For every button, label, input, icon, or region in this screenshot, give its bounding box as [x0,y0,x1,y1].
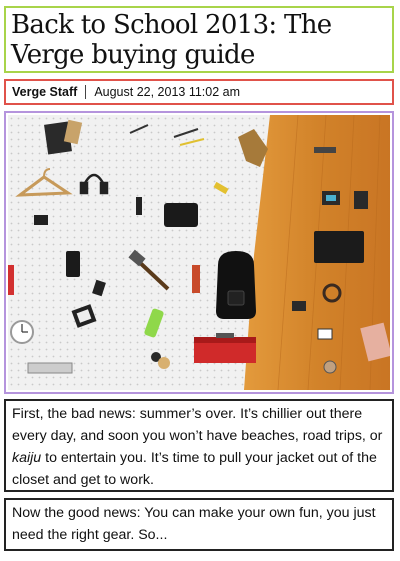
tablet-icon [164,203,198,227]
intro-paragraph: First, the bad news: summer’s over. It’s… [4,399,394,492]
intro-text: First, the bad news: summer’s over. It’s… [12,406,383,444]
author-link[interactable]: Verge Staff [12,85,77,99]
article-title-box: Back to School 2013: The Verge buying gu… [4,6,394,73]
backpack-icon [216,251,256,319]
hero-image[interactable] [8,115,390,390]
toolbox-icon [194,333,256,363]
kaiju-emphasis: kaiju [12,450,42,466]
phone-icon [66,251,80,277]
hero-image-frame [4,111,394,394]
second-text: Now the good news: You can make your own… [12,505,376,543]
intro-text-end: to entertain you. It’s time to pull your… [12,450,377,488]
publish-date: August 22, 2013 11:02 am [94,85,241,99]
article-title: Back to School 2013: The Verge buying gu… [11,10,332,70]
byline-divider [85,85,87,99]
byline: Verge Staff August 22, 2013 11:02 am [4,79,394,105]
second-paragraph: Now the good news: You can make your own… [4,498,394,551]
